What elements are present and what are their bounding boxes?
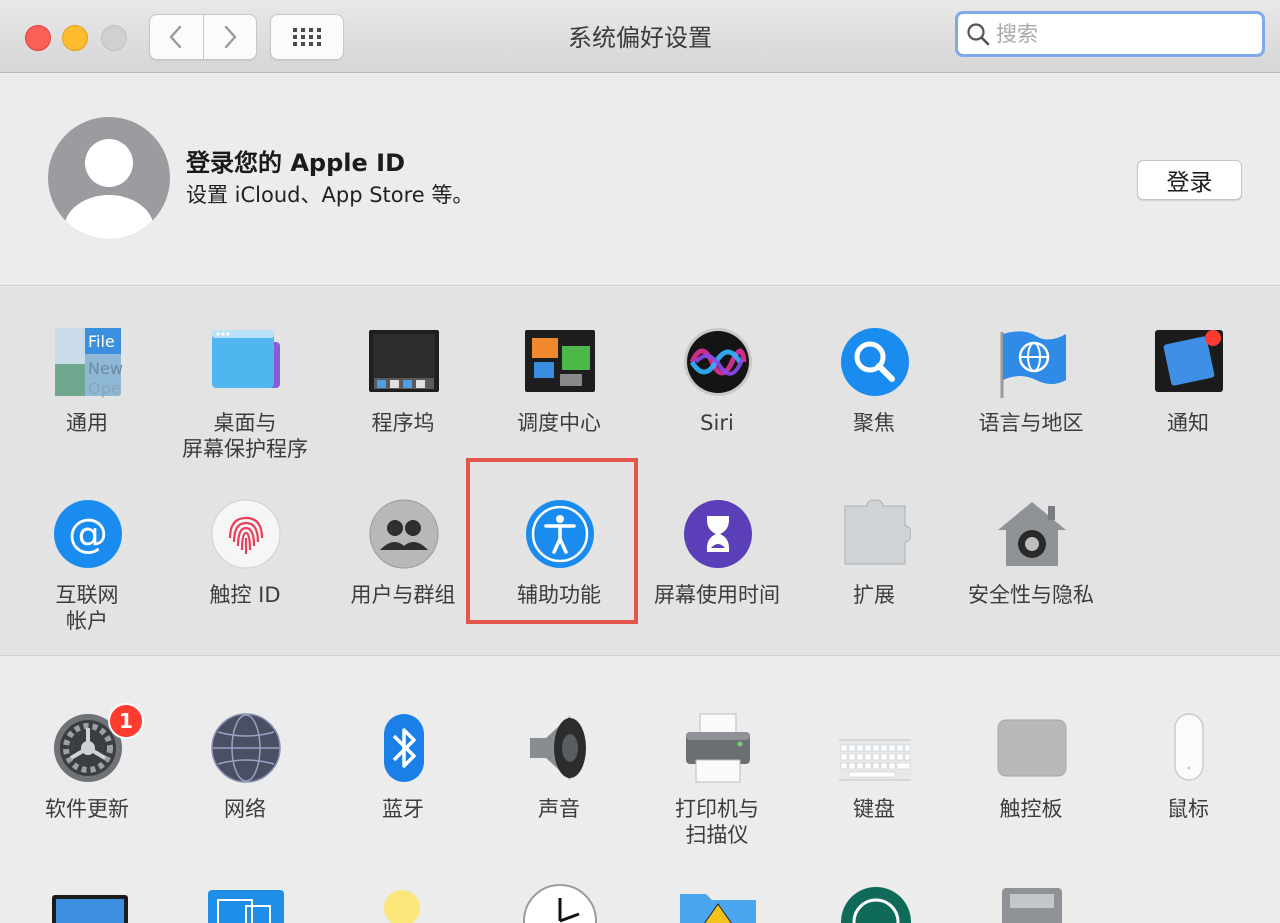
grid-icon bbox=[293, 28, 321, 46]
sidecar-icon[interactable] bbox=[208, 890, 284, 923]
search-field[interactable] bbox=[955, 11, 1265, 57]
svg-text:Ope: Ope bbox=[88, 379, 121, 398]
person-icon bbox=[64, 139, 154, 239]
mouse-icon bbox=[1174, 713, 1204, 781]
keyboard-icon bbox=[839, 739, 911, 781]
screen-time-icon bbox=[684, 500, 752, 568]
svg-text:File: File bbox=[88, 332, 115, 351]
sharing-icon[interactable] bbox=[680, 890, 756, 923]
pane-label: 屏幕使用时间 bbox=[654, 583, 780, 607]
window-title: 系统偏好设置 bbox=[568, 24, 712, 52]
dock-icon bbox=[369, 330, 439, 392]
siri-icon bbox=[684, 328, 752, 396]
language-region-icon bbox=[1000, 331, 1066, 398]
printers-scanners-icon bbox=[686, 713, 750, 783]
apple-id-subtitle: 设置 iCloud、App Store 等。 bbox=[186, 183, 474, 207]
pane-label: 声音 bbox=[538, 797, 580, 821]
pane-label: 安全性与隐私 bbox=[968, 583, 1094, 607]
pane-label: 触控板 bbox=[999, 797, 1063, 821]
search-input[interactable] bbox=[994, 21, 1258, 47]
network-icon bbox=[211, 713, 281, 783]
sound-icon bbox=[530, 716, 586, 780]
chevron-right-icon bbox=[224, 25, 236, 49]
search-icon bbox=[967, 23, 990, 46]
zoom-window-button[interactable] bbox=[101, 25, 127, 51]
hardware-preferences bbox=[0, 657, 1280, 923]
mission-control-icon bbox=[525, 330, 595, 392]
title-bar: 系统偏好设置 bbox=[0, 0, 1280, 73]
pane-label: 鼠标 bbox=[1167, 797, 1209, 821]
pane-label: 互联网 帐户 bbox=[55, 583, 119, 633]
pane-label: 键盘 bbox=[853, 797, 895, 821]
navigation-buttons bbox=[149, 14, 257, 60]
energy-saver-icon[interactable] bbox=[380, 884, 424, 923]
avatar bbox=[48, 117, 170, 239]
pane-label: 蓝牙 bbox=[382, 797, 424, 821]
pane-label: 网络 bbox=[224, 797, 266, 821]
login-button[interactable]: 登录 bbox=[1137, 160, 1242, 200]
security-privacy-icon bbox=[998, 502, 1066, 566]
update-count-badge: 1 bbox=[108, 703, 144, 739]
show-all-button[interactable] bbox=[270, 14, 344, 60]
minimize-window-button[interactable] bbox=[62, 25, 88, 51]
svg-text:@: @ bbox=[68, 511, 108, 557]
pane-label: 程序坞 bbox=[371, 411, 435, 435]
bluetooth-icon bbox=[384, 714, 424, 782]
back-button[interactable] bbox=[150, 15, 203, 59]
forward-button[interactable] bbox=[202, 15, 257, 59]
displays-icon[interactable] bbox=[52, 895, 128, 923]
trackpad-icon bbox=[997, 719, 1067, 777]
startup-disk-icon[interactable] bbox=[1000, 884, 1064, 923]
pane-label: Siri bbox=[700, 411, 734, 435]
apple-id-title: 登录您的 Apple ID bbox=[186, 149, 405, 177]
pane-label: 软件更新 bbox=[45, 797, 129, 821]
accessibility-highlight-box bbox=[466, 458, 638, 624]
desktop-icon bbox=[212, 330, 280, 388]
date-time-icon[interactable] bbox=[523, 884, 597, 923]
pane-label: 用户与群组 bbox=[350, 583, 456, 607]
spotlight-icon bbox=[841, 328, 909, 396]
close-window-button[interactable] bbox=[25, 25, 51, 51]
notifications-icon bbox=[1155, 330, 1223, 392]
touch-id-icon bbox=[211, 499, 281, 569]
pane-label: 触控 ID bbox=[209, 583, 281, 607]
pane-label: 聚焦 bbox=[853, 411, 895, 435]
pane-label: 调度中心 bbox=[517, 411, 601, 435]
pane-label: 通用 bbox=[66, 411, 108, 435]
chevron-left-icon bbox=[170, 25, 182, 49]
users-groups-icon bbox=[369, 499, 439, 569]
pane-label: 打印机与 扫描仪 bbox=[675, 797, 759, 847]
section-divider bbox=[0, 655, 1280, 656]
apple-id-section: 登录您的 Apple ID 设置 iCloud、App Store 等。 登录 bbox=[0, 73, 1280, 285]
pane-label: 扩展 bbox=[853, 583, 895, 607]
svg-text:New: New bbox=[88, 359, 123, 378]
pane-label: 桌面与 屏幕保护程序 bbox=[182, 411, 308, 461]
pane-label: 语言与地区 bbox=[978, 411, 1084, 435]
time-machine-icon[interactable] bbox=[840, 884, 912, 923]
general-icon: File New Ope bbox=[55, 328, 123, 398]
internet-accounts-icon: @ bbox=[54, 500, 122, 568]
extensions-icon bbox=[844, 499, 911, 565]
section-divider bbox=[0, 285, 1280, 286]
pane-label: 通知 bbox=[1167, 411, 1209, 435]
